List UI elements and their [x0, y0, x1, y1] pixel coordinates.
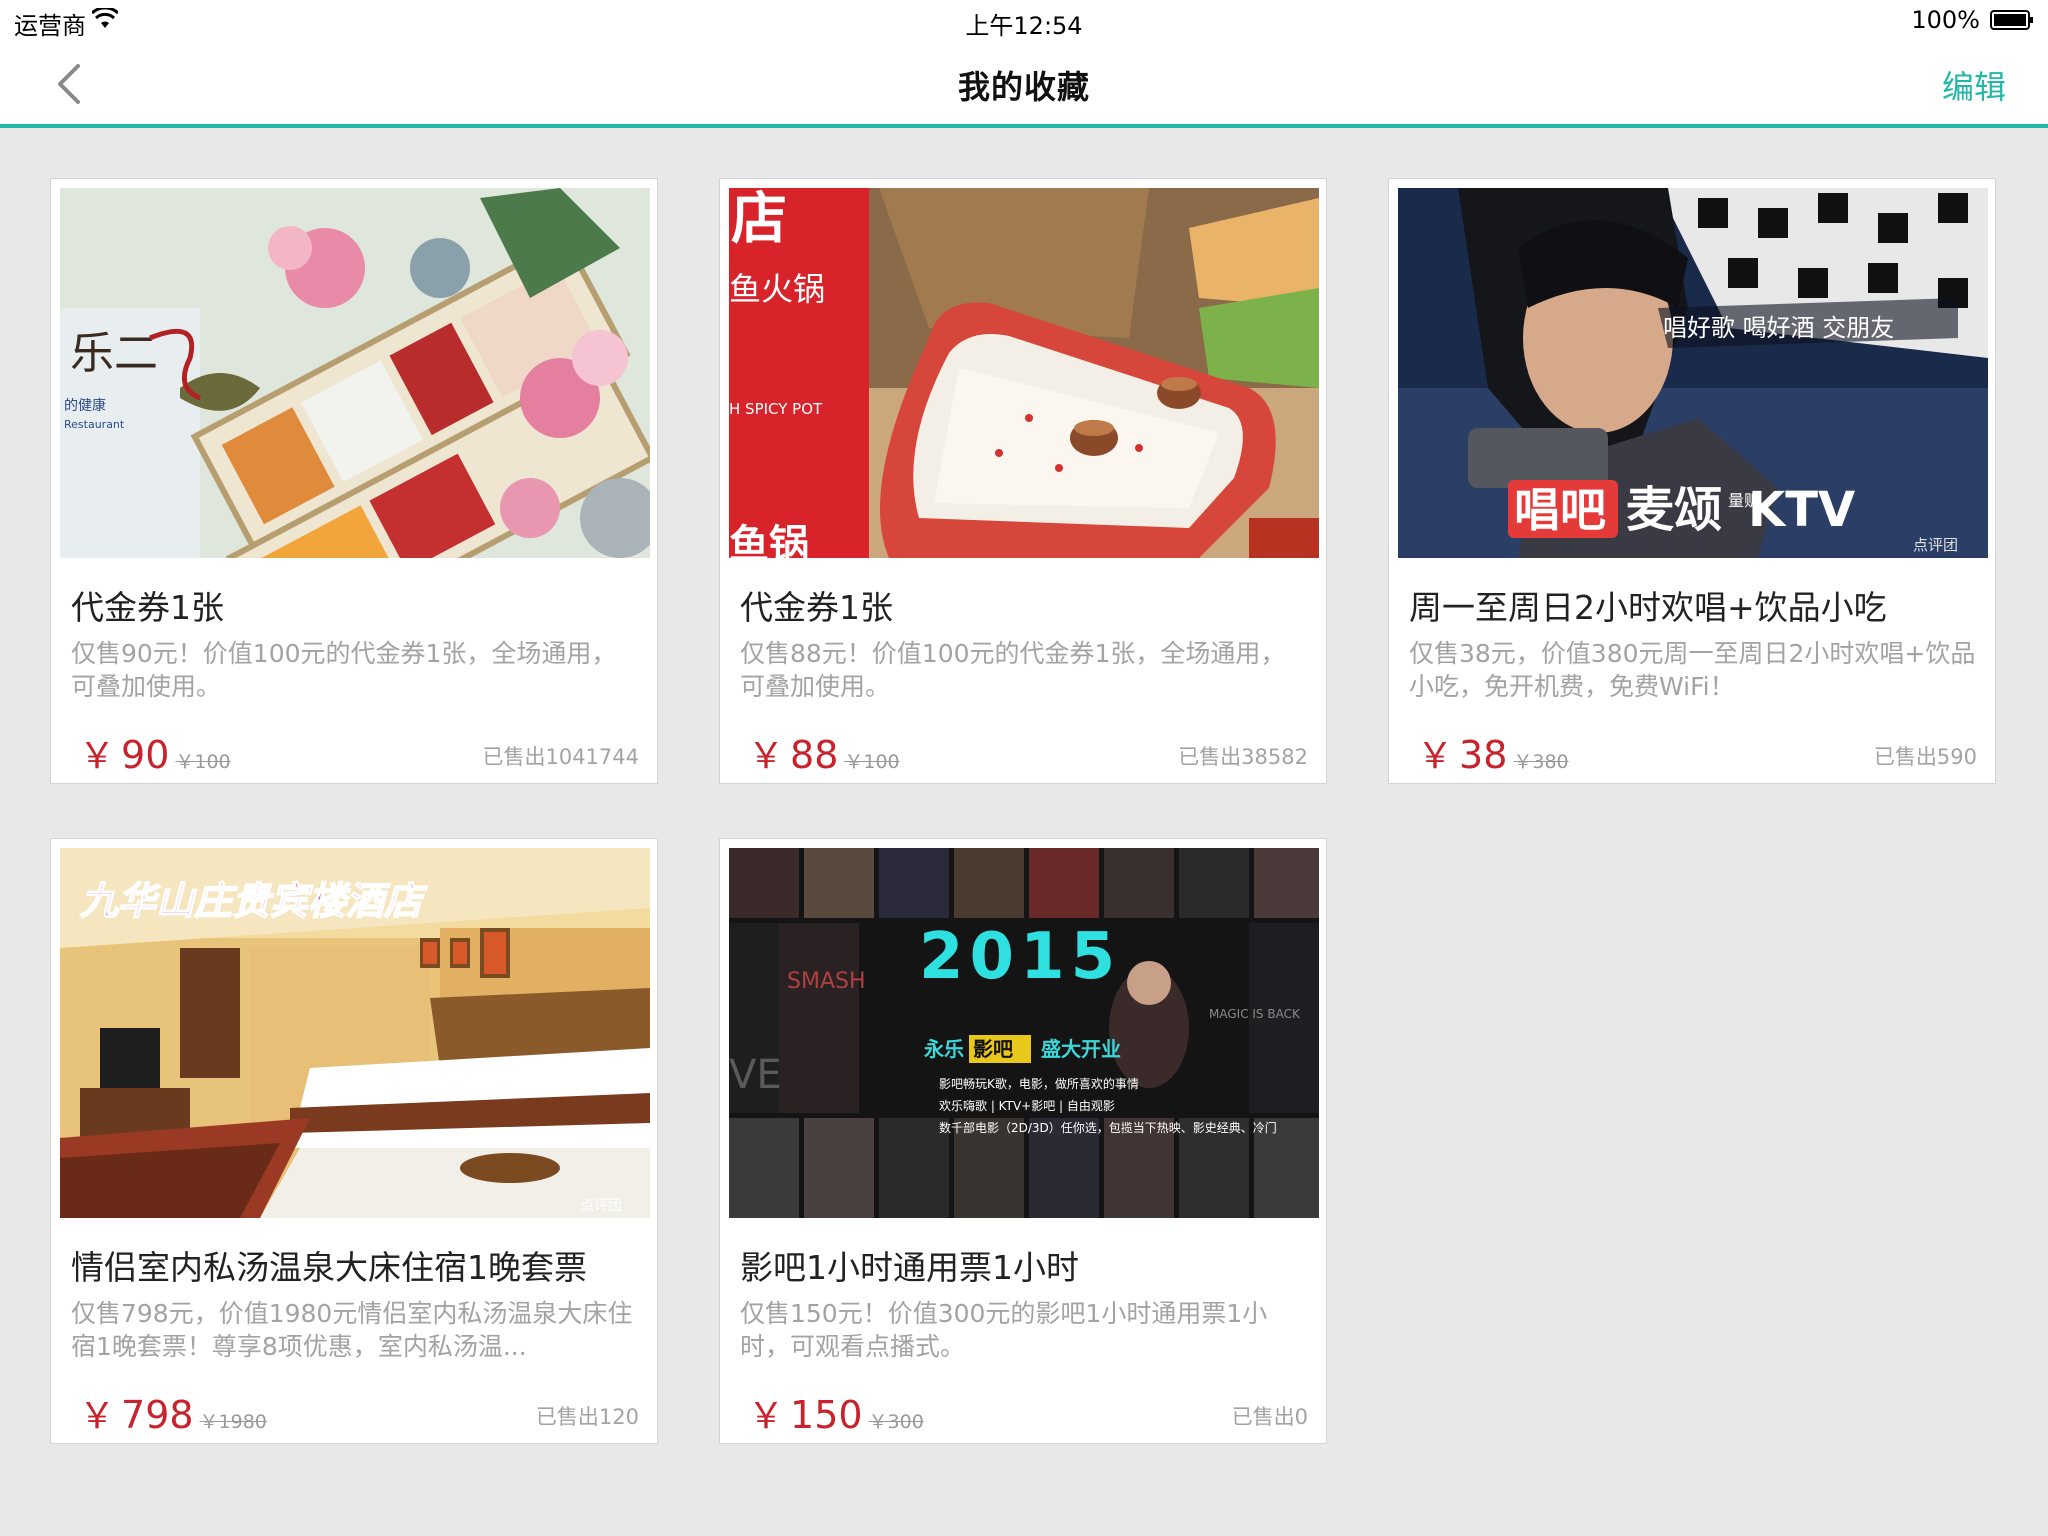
currency-symbol: ￥: [79, 1396, 116, 1437]
favorite-card[interactable]: 九华山庄贵宾楼酒店 点评团 情侣室内私汤温泉大床住宿1晚套票 仅售798元，价值…: [50, 838, 658, 1444]
edit-button[interactable]: 编辑: [1942, 62, 2006, 108]
favorite-card[interactable]: 唱好歌 喝好酒 交朋友 唱吧 麦颂 量贩 KTV 点评团 周一至周日2小时欢唱+…: [1388, 178, 1996, 784]
image-text: VE: [729, 1052, 782, 1098]
sold-count: 已售出590: [1873, 745, 1977, 769]
image-text: 点评团: [580, 1198, 622, 1214]
original-price: ￥1980: [199, 1411, 267, 1433]
card-title: 周一至周日2小时欢唱+饮品小吃: [1409, 588, 1887, 627]
image-text: Restaurant: [64, 418, 125, 431]
currency-symbol: ￥: [748, 736, 785, 777]
page-title: 我的收藏: [957, 68, 1090, 106]
image-text: H SPICY POT: [729, 400, 823, 418]
status-bar: 运营商 上午12:54 100%: [0, 0, 2048, 40]
favorite-card[interactable]: 乐二 的健康 Restaurant 代金券1张 仅售90元！价值100元的代金券…: [50, 178, 658, 784]
card-title: 情侣室内私汤温泉大床住宿1晚套票: [71, 1248, 587, 1287]
price-value: 88: [790, 733, 839, 777]
card-description: 仅售88元！价值100元的代金券1张，全场通用，可叠加使用。: [740, 639, 1286, 701]
favorite-card[interactable]: 店 鱼火锅 H SPICY POT 鱼锅 代金券1张 仅售88元！价值100元的…: [719, 178, 1327, 784]
card-title: 代金券1张: [740, 588, 893, 627]
card-price: ￥ 38 ￥380: [1417, 727, 1569, 779]
card-image: 唱好歌 喝好酒 交朋友 唱吧 麦颂 量贩 KTV 点评团: [1398, 188, 1988, 558]
price-value: 150: [790, 1393, 863, 1437]
image-text: 乐二: [70, 328, 158, 379]
image-text: 九华山庄贵宾楼酒店: [80, 878, 428, 923]
card-description: 仅售798元，价值1980元情侣室内私汤温泉大床住宿1晚套票！尊享8项优惠，室内…: [71, 1299, 633, 1361]
card-price: ￥ 88 ￥100: [748, 727, 900, 779]
image-text: 数千部电影（2D/3D）任你选，包揽当下热映、影史经典、冷门: [939, 1120, 1277, 1135]
sold-count: 已售出120: [535, 1405, 639, 1429]
original-price: ￥380: [1513, 751, 1569, 773]
image-text: 永乐: [923, 1037, 964, 1061]
battery-icon: [1990, 10, 2033, 30]
card-description: 仅售38元，价值380元周一至周日2小时欢唱+饮品小吃，免开机费，免费WiFi！: [1409, 639, 1976, 701]
card-title: 影吧1小时通用票1小时: [740, 1248, 1079, 1287]
original-price: ￥100: [175, 751, 231, 773]
card-title: 代金券1张: [71, 588, 224, 627]
image-text: 2015: [919, 920, 1121, 994]
image-text: 影吧: [973, 1037, 1013, 1061]
image-text: SMASH: [787, 969, 866, 994]
card-image: SMASH MAGIC IS BACK VE 2015 永乐 影吧 盛大开业 影…: [729, 848, 1319, 1218]
card-price: ￥ 150 ￥300: [748, 1387, 924, 1439]
currency-symbol: ￥: [1417, 736, 1454, 777]
image-text: 点评团: [1913, 536, 1958, 554]
original-price: ￥100: [844, 751, 900, 773]
favorite-card[interactable]: SMASH MAGIC IS BACK VE 2015 永乐 影吧 盛大开业 影…: [719, 838, 1327, 1444]
sold-count: 已售出0: [1231, 1405, 1308, 1429]
card-description: 仅售150元！价值300元的影吧1小时通用票1小时，可观看点播式。: [740, 1299, 1268, 1361]
sold-count: 已售出38582: [1178, 745, 1308, 769]
nav-bar: 我的收藏 编辑: [0, 40, 2048, 128]
sold-count: 已售出1041744: [482, 745, 639, 769]
image-text: 鱼锅: [729, 522, 809, 558]
card-image: 乐二 的健康 Restaurant: [60, 188, 650, 558]
image-text: 唱好歌 喝好酒 交朋友: [1663, 314, 1894, 342]
image-text: 店: [731, 188, 787, 252]
card-price: ￥ 90 ￥100: [79, 727, 231, 779]
image-text: MAGIC IS BACK: [1209, 1007, 1301, 1021]
status-time: 上午12:54: [965, 12, 1083, 40]
price-value: 798: [121, 1393, 194, 1437]
image-text: KTV: [1748, 482, 1855, 538]
price-value: 38: [1459, 733, 1508, 777]
currency-symbol: ￥: [79, 736, 116, 777]
image-text: 欢乐嗨歌 | KTV+影吧 | 自由观影: [939, 1098, 1115, 1113]
battery-percent: 100%: [1911, 6, 1980, 34]
image-text: 影吧畅玩K歌，电影，做所喜欢的事情: [939, 1076, 1139, 1091]
original-price: ￥300: [868, 1411, 924, 1433]
image-text: 麦颂: [1626, 482, 1722, 538]
image-text: 的健康: [64, 397, 106, 414]
card-image: 九华山庄贵宾楼酒店 点评团: [60, 848, 650, 1218]
image-text: 唱吧: [1514, 483, 1606, 537]
card-price: ￥ 798 ￥1980: [79, 1387, 267, 1439]
price-value: 90: [121, 733, 170, 777]
image-text: 鱼火锅: [729, 270, 825, 308]
image-text: 盛大开业: [1041, 1037, 1121, 1061]
currency-symbol: ￥: [748, 1396, 785, 1437]
card-description: 仅售90元！价值100元的代金券1张，全场通用，可叠加使用。: [71, 639, 617, 701]
card-image: 店 鱼火锅 H SPICY POT 鱼锅: [729, 188, 1319, 558]
